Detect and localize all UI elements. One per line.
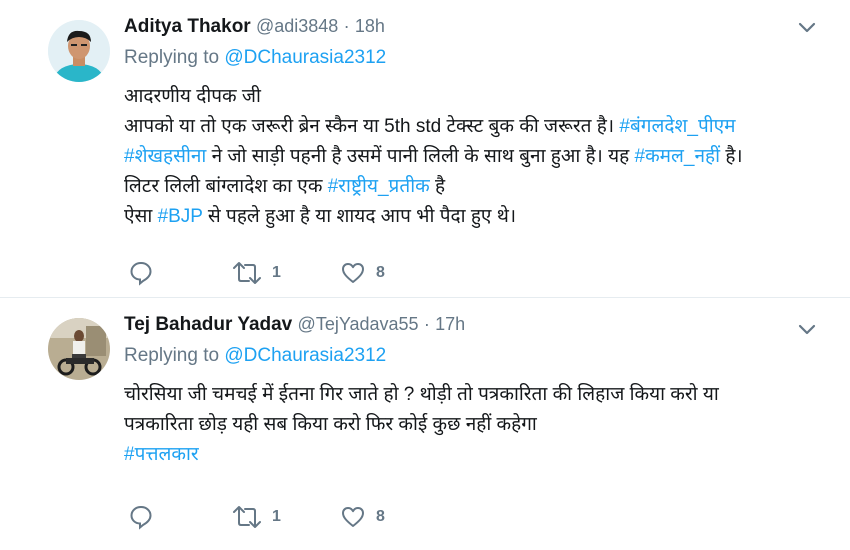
retweet-icon (233, 506, 261, 528)
tweet-header: Tej Bahadur Yadav @TejYadava55 · 17h (124, 308, 830, 340)
chevron-down-icon[interactable] (796, 16, 818, 38)
author-name[interactable]: Aditya Thakor (124, 16, 251, 37)
tweet-line: आपको या तो एक जरूरी ब्रेन स्कैन या 5th s… (124, 112, 830, 142)
timestamp[interactable]: 17h (435, 314, 465, 334)
text: ने जो साड़ी पहनी है उसमें पानी लिली के स… (206, 146, 635, 167)
reply-button[interactable] (128, 502, 154, 532)
tweet-actions: 1 8 (128, 502, 548, 532)
hashtag-link[interactable]: #BJP (158, 206, 203, 227)
replying-to-label: Replying to (124, 345, 220, 366)
text: चोरसिया जी चमचई में ईतना गिर जाते हो ? थ… (124, 384, 719, 405)
tweet-content: Tej Bahadur Yadav @TejYadava55 · 17h Rep… (124, 308, 830, 470)
tweet-line: चोरसिया जी चमचई में ईतना गिर जाते हो ? थ… (124, 380, 830, 410)
reply-button[interactable] (128, 258, 154, 288)
tweet-line: लिटर लिली बांग्लादेश का एक #राष्ट्रीय_प्… (124, 172, 830, 202)
tweet: Tej Bahadur Yadav @TejYadava55 · 17h Rep… (0, 298, 850, 550)
avatar[interactable] (48, 318, 110, 380)
tweet-line: आदरणीय दीपक जी (124, 82, 830, 112)
text: आदरणीय दीपक जी (124, 86, 261, 107)
avatar[interactable] (48, 20, 110, 82)
chevron-down-icon[interactable] (796, 318, 818, 340)
like-button[interactable]: 8 (340, 258, 385, 288)
tweet-line: ऐसा #BJP से पहले हुआ है या शायद आप भी पै… (124, 202, 830, 232)
text: ऐसा (124, 206, 158, 227)
like-button[interactable]: 8 (340, 502, 385, 532)
retweet-button[interactable]: 1 (232, 258, 281, 288)
text: है (429, 176, 446, 197)
retweet-button[interactable]: 1 (232, 502, 281, 532)
separator-dot: · (343, 16, 350, 36)
retweet-icon (233, 262, 261, 284)
retweet-count: 1 (272, 264, 281, 281)
retweet-count: 1 (272, 508, 281, 525)
separator-dot: · (423, 314, 430, 334)
tweet-text: चोरसिया जी चमचई में ईतना गिर जाते हो ? थ… (124, 380, 830, 470)
text: है। (720, 146, 743, 167)
tweet-content: Aditya Thakor @adi3848 · 18h Replying to… (124, 10, 830, 232)
reply-icon (130, 261, 152, 286)
tweet: Aditya Thakor @adi3848 · 18h Replying to… (0, 0, 850, 298)
author-handle[interactable]: @TejYadava55 (298, 314, 419, 334)
text: पत्रकारिता छोड़ यही सब किया करो फिर कोई … (124, 414, 537, 435)
reply-icon (130, 505, 152, 530)
hashtag-link[interactable]: #राष्ट्रीय_प्रतीक (328, 176, 430, 197)
tweet-line: #पत्तलकार (124, 440, 830, 470)
like-icon (342, 263, 364, 283)
hashtag-link[interactable]: #कमल_नहीं (635, 146, 721, 167)
like-count: 8 (376, 264, 385, 281)
replying-to: Replying to @DChaurasia2312 (124, 42, 830, 74)
like-icon (342, 507, 364, 527)
tweet-line: पत्रकारिता छोड़ यही सब किया करो फिर कोई … (124, 410, 830, 440)
author-name[interactable]: Tej Bahadur Yadav (124, 314, 292, 335)
hashtag-link[interactable]: #शेखहसीना (124, 146, 206, 167)
replying-to-link[interactable]: @DChaurasia2312 (224, 47, 386, 68)
text: से पहले हुआ है या शायद आप भी पैदा हुए थे… (202, 206, 517, 227)
tweet-text: आदरणीय दीपक जी आपको या तो एक जरूरी ब्रेन… (124, 82, 830, 232)
hashtag-link[interactable]: #बंगलदेश_पीएम (619, 116, 735, 137)
hashtag-link[interactable]: #पत्तलकार (124, 444, 199, 465)
replying-to-link[interactable]: @DChaurasia2312 (224, 345, 386, 366)
tweet-header: Aditya Thakor @adi3848 · 18h (124, 10, 830, 42)
author-handle[interactable]: @adi3848 (256, 16, 338, 36)
text: लिटर लिली बांग्लादेश का एक (124, 176, 328, 197)
replying-to: Replying to @DChaurasia2312 (124, 340, 830, 372)
replying-to-label: Replying to (124, 47, 220, 68)
text: आपको या तो एक जरूरी ब्रेन स्कैन या 5th s… (124, 116, 620, 137)
timestamp[interactable]: 18h (355, 16, 385, 36)
tweet-actions: 1 8 (128, 258, 548, 288)
like-count: 8 (376, 508, 385, 525)
tweet-line: #शेखहसीना ने जो साड़ी पहनी है उसमें पानी… (124, 142, 830, 172)
